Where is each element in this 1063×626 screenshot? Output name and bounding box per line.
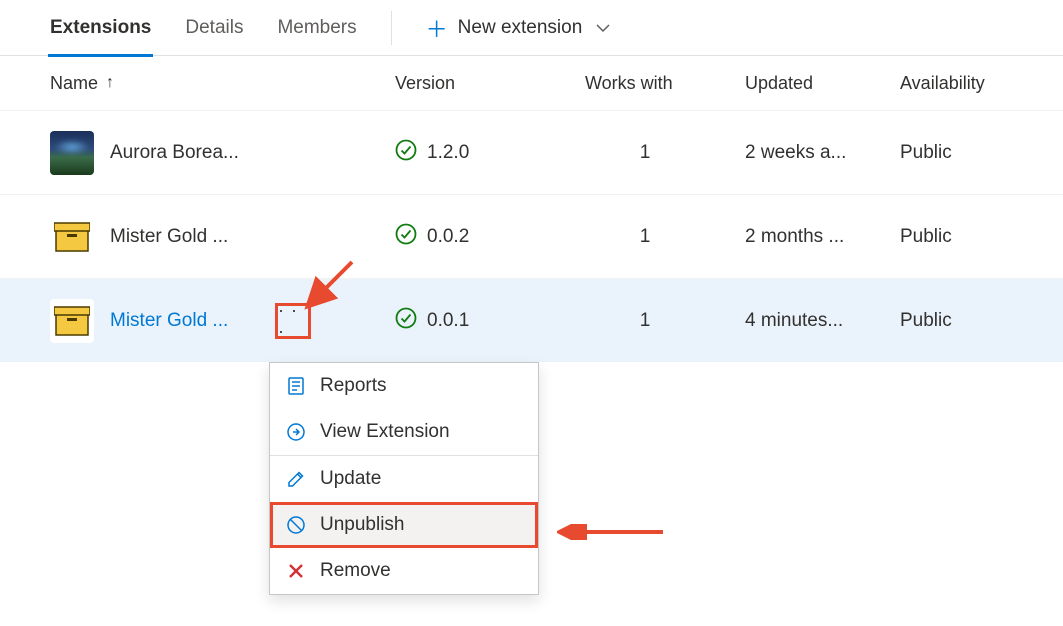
toolbar: Extensions Details Members ＋ New extensi… bbox=[0, 0, 1063, 56]
name-cell: Aurora Borea... bbox=[50, 131, 395, 175]
plus-icon: ＋ bbox=[426, 12, 448, 44]
tab-details[interactable]: Details bbox=[185, 0, 243, 56]
tab-extensions[interactable]: Extensions bbox=[50, 0, 151, 56]
version-cell: 0.0.2 bbox=[395, 223, 585, 251]
updated-cell: 4 minutes... bbox=[745, 310, 900, 332]
menu-item-unpublish[interactable]: Unpublish bbox=[270, 502, 538, 548]
extension-name[interactable]: Mister Gold ... bbox=[110, 310, 228, 332]
menu-item-reports[interactable]: Reports bbox=[270, 363, 538, 409]
works-with-cell: 1 bbox=[585, 310, 745, 332]
works-with-cell: 1 bbox=[585, 142, 745, 164]
new-extension-label: New extension bbox=[458, 17, 583, 39]
version-cell: 1.2.0 bbox=[395, 139, 585, 167]
menu-item-label: View Extension bbox=[320, 421, 450, 443]
menu-item-update[interactable]: Update bbox=[270, 455, 538, 502]
verified-icon bbox=[395, 307, 417, 335]
tab-members[interactable]: Members bbox=[277, 0, 356, 56]
version-text: 0.0.1 bbox=[427, 310, 469, 332]
name-cell: Mister Gold ... · · · bbox=[50, 299, 395, 343]
context-menu: Reports View Extension Update Unpublish Remo… bbox=[269, 362, 539, 595]
verified-icon bbox=[395, 139, 417, 167]
new-extension-button[interactable]: ＋ New extension bbox=[426, 12, 611, 44]
menu-item-label: Update bbox=[320, 468, 381, 490]
menu-item-label: Unpublish bbox=[320, 514, 405, 536]
availability-cell: Public bbox=[900, 142, 1063, 164]
table-row[interactable]: Mister Gold ... · · · 0.0.1 14 minutes...Pu… bbox=[0, 278, 1063, 362]
column-name[interactable]: Name ↑ bbox=[50, 73, 395, 94]
column-updated[interactable]: Updated bbox=[745, 73, 900, 94]
block-icon bbox=[286, 515, 306, 535]
more-actions-button[interactable]: · · · bbox=[275, 303, 311, 339]
column-availability[interactable]: Availability bbox=[900, 73, 1063, 94]
extension-icon bbox=[50, 299, 94, 343]
menu-item-view-extension[interactable]: View Extension bbox=[270, 409, 538, 455]
edit-icon bbox=[286, 469, 306, 489]
divider bbox=[391, 11, 392, 45]
menu-item-remove[interactable]: Remove bbox=[270, 548, 538, 594]
updated-cell: 2 weeks a... bbox=[745, 142, 900, 164]
view-icon bbox=[286, 422, 306, 442]
verified-icon bbox=[395, 223, 417, 251]
chevron-down-icon[interactable] bbox=[596, 20, 610, 36]
availability-cell: Public bbox=[900, 226, 1063, 248]
annotation-arrow bbox=[557, 524, 667, 540]
updated-cell: 2 months ... bbox=[745, 226, 900, 248]
sort-ascending-icon: ↑ bbox=[106, 74, 114, 92]
version-text: 1.2.0 bbox=[427, 142, 469, 164]
works-with-cell: 1 bbox=[585, 226, 745, 248]
extension-name[interactable]: Mister Gold ... bbox=[110, 226, 228, 248]
table-header: Name ↑ Version Works with Updated Availa… bbox=[0, 56, 1063, 110]
menu-item-label: Remove bbox=[320, 560, 391, 582]
extension-icon bbox=[50, 215, 94, 259]
extension-icon bbox=[50, 131, 94, 175]
version-cell: 0.0.1 bbox=[395, 307, 585, 335]
extension-name[interactable]: Aurora Borea... bbox=[110, 142, 239, 164]
version-text: 0.0.2 bbox=[427, 226, 469, 248]
report-icon bbox=[286, 376, 306, 396]
availability-cell: Public bbox=[900, 310, 1063, 332]
column-works-with[interactable]: Works with bbox=[585, 73, 745, 94]
remove-icon bbox=[286, 561, 306, 581]
name-cell: Mister Gold ... bbox=[50, 215, 395, 259]
column-version[interactable]: Version bbox=[395, 73, 585, 94]
table-row[interactable]: Mister Gold ... 0.0.2 12 months ...Public bbox=[0, 194, 1063, 278]
table-row[interactable]: Aurora Borea... 1.2.0 12 weeks a...Public bbox=[0, 110, 1063, 194]
menu-item-label: Reports bbox=[320, 375, 387, 397]
